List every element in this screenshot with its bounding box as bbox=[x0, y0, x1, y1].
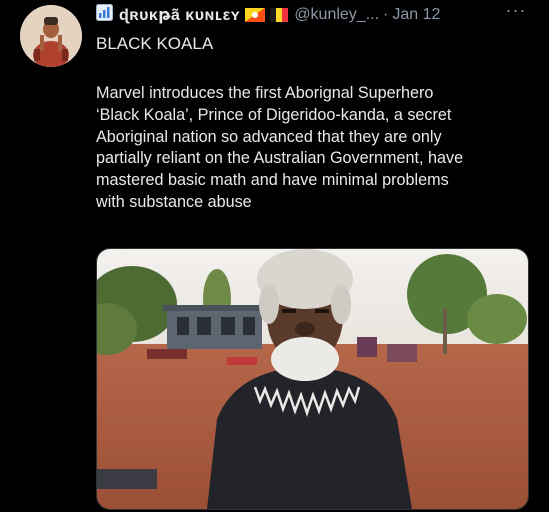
tweet-body-line: with substance abuse bbox=[96, 192, 252, 211]
tweet: ɖʀυκթã κυɴʟεʏ @kunley_... · Jan 12 ··· B… bbox=[0, 0, 549, 512]
tweet-body-line: Marvel introduces the first Aborignal Su… bbox=[96, 84, 434, 102]
belgium-flag-icon bbox=[270, 8, 289, 22]
tweet-body-line: partially reliant on the Australian Gove… bbox=[96, 149, 464, 168]
bhutan-flag-icon bbox=[245, 8, 266, 22]
tweet-body-line: Aboriginal nation so advanced that they … bbox=[96, 127, 442, 146]
more-options-icon[interactable]: ··· bbox=[503, 1, 529, 23]
tweet-header: ɖʀυκթã κυɴʟεʏ @kunley_... · Jan 12 bbox=[96, 4, 440, 26]
chart-emoji-icon bbox=[96, 4, 113, 26]
avatar[interactable] bbox=[20, 5, 82, 67]
tweet-body: Marvel introduces the first Aborignal Su… bbox=[96, 83, 536, 214]
tweet-date[interactable]: Jan 12 bbox=[392, 6, 440, 24]
tweet-body-line: mastered basic math and have minimal pro… bbox=[96, 171, 449, 190]
username-handle[interactable]: @kunley_... bbox=[294, 6, 379, 24]
header-separator: · bbox=[383, 6, 389, 23]
display-name[interactable]: ɖʀυκթã κυɴʟεʏ bbox=[119, 5, 240, 25]
tweet-body-line: ‘Black Koala’, Prince of Digeridoo-kanda… bbox=[96, 105, 452, 124]
tweet-title: BLACK KOALA bbox=[96, 34, 214, 53]
tweet-media-image[interactable] bbox=[96, 248, 529, 510]
